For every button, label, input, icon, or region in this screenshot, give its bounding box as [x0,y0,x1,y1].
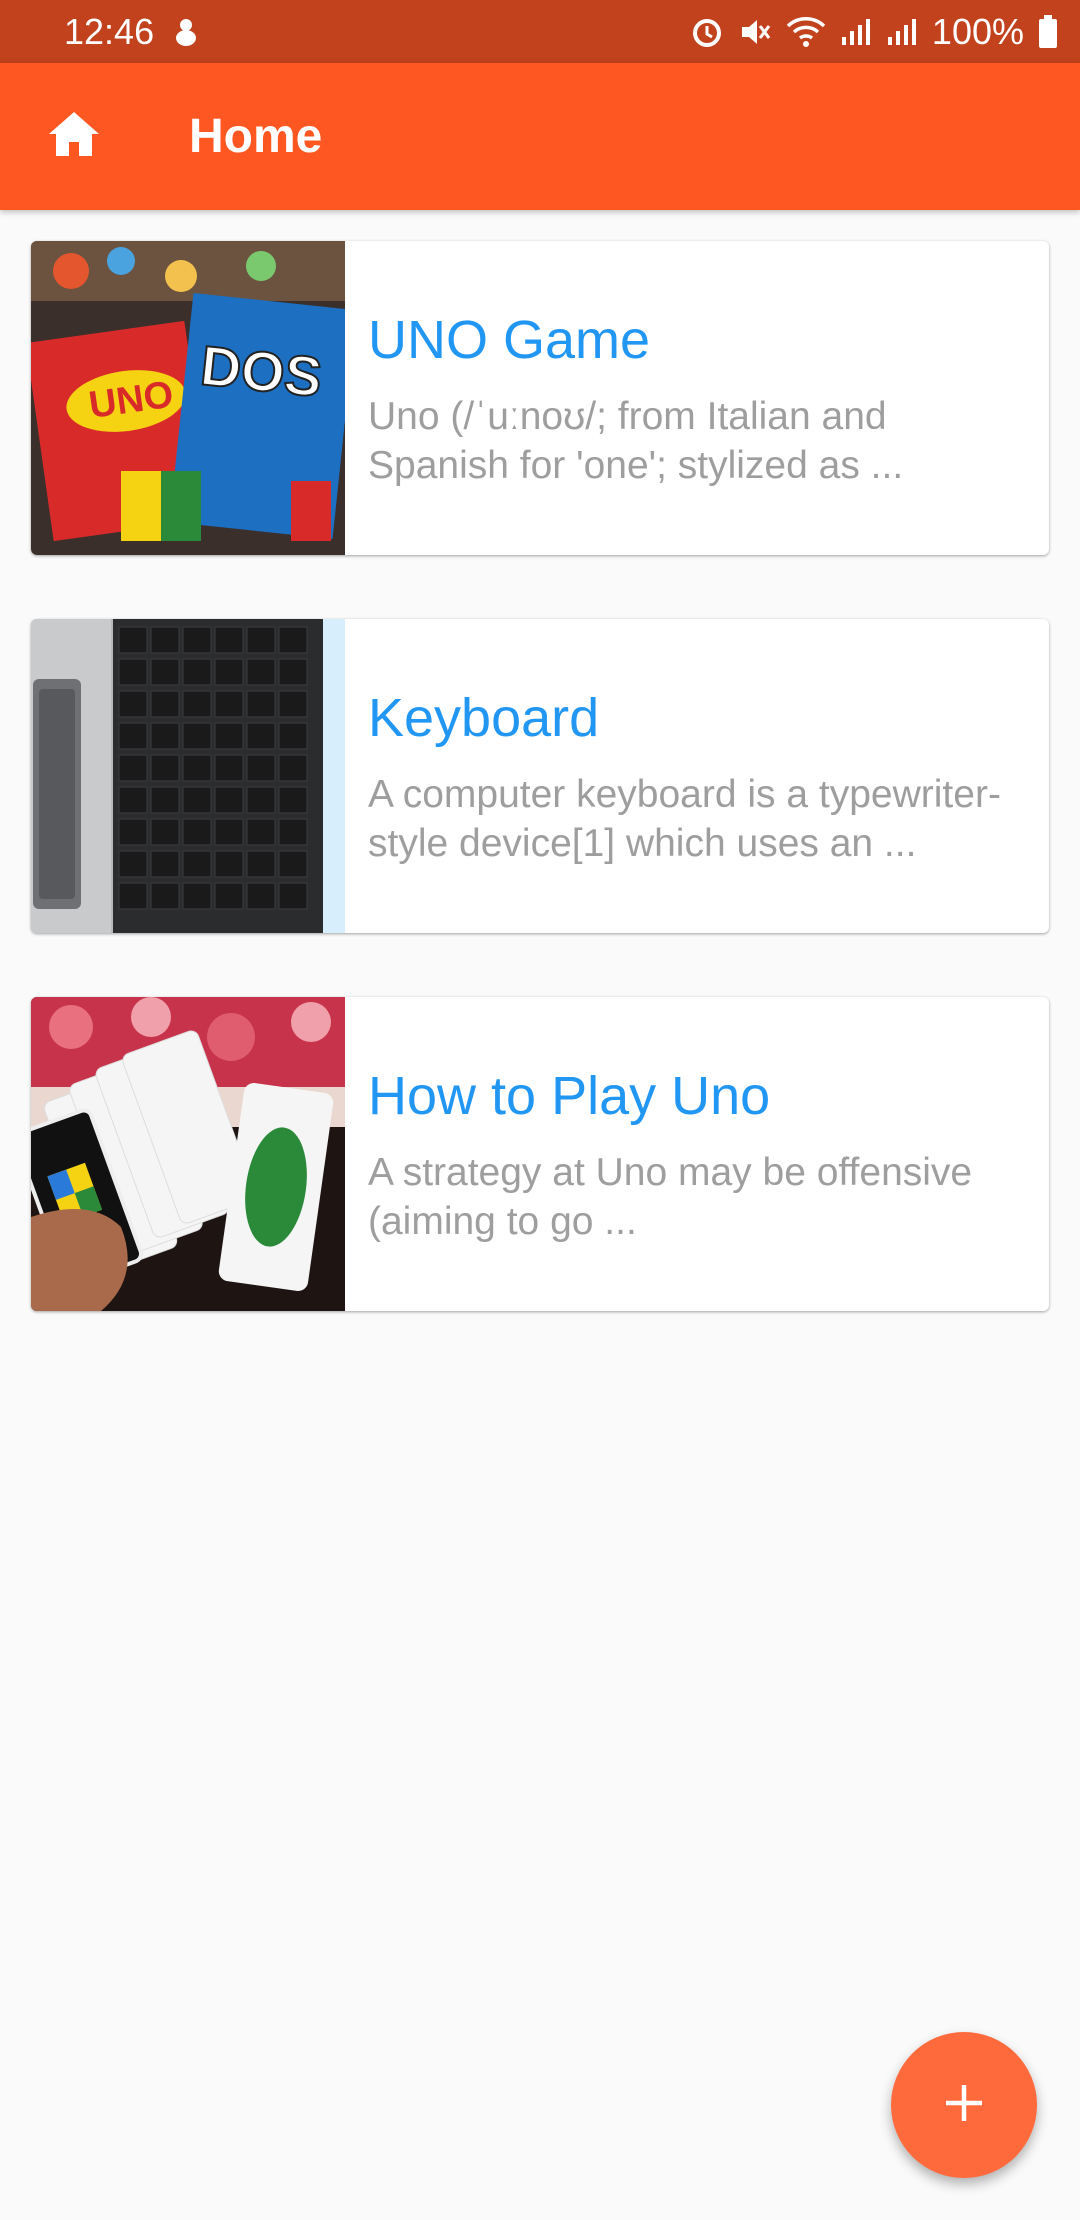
alarm-icon [690,15,724,49]
home-button[interactable] [0,63,147,210]
mute-icon [738,15,772,49]
item-body: UNO Game Uno (/ˈuːnoʊ/; from Italian and… [345,241,1049,555]
svg-text:DOS: DOS [198,333,325,408]
wifi-icon [786,16,826,48]
status-bar: 12:46 100% [0,0,1080,63]
page-title: Home [189,110,323,163]
item-title: UNO Game [368,310,651,370]
battery-icon [1038,14,1058,49]
item-thumbnail [31,997,345,1311]
item-description: A computer keyboard is a typewriter-styl… [368,773,1001,865]
signal-icon [840,17,872,47]
item-description: Uno (/ˈuːnoʊ/; from Italian and Spanish … [368,395,904,487]
item-thumbnail [31,619,345,933]
battery-percent: 100% [931,10,1024,52]
list-item[interactable]: UNO DOS UNO Game Uno (/ˈuːnoʊ/; from Ita… [31,241,1049,555]
status-time: 12:46 [64,10,155,52]
signal-icon [886,17,918,47]
plus-icon [944,2083,984,2128]
item-body: Keyboard A computer keyboard is a typewr… [345,619,1049,933]
item-title: Keyboard [368,688,600,748]
home-icon [47,110,101,163]
item-thumbnail: UNO DOS [31,241,345,555]
list-item[interactable]: How to Play Uno A strategy at Uno may be… [31,997,1049,1311]
app-bar: Home [0,63,1080,210]
item-description: A strategy at Uno may be offensive (aimi… [368,1151,973,1243]
status-left: 12:46 [64,11,200,53]
list-item[interactable]: Keyboard A computer keyboard is a typewr… [31,619,1049,933]
item-list: UNO DOS UNO Game Uno (/ˈuːnoʊ/; from Ita… [31,241,1049,1375]
add-button[interactable] [891,2032,1037,2178]
item-title: How to Play Uno [368,1066,771,1126]
item-body: How to Play Uno A strategy at Uno may be… [345,997,1049,1311]
notification-icon [172,16,200,48]
status-right: 100% [690,11,1058,53]
